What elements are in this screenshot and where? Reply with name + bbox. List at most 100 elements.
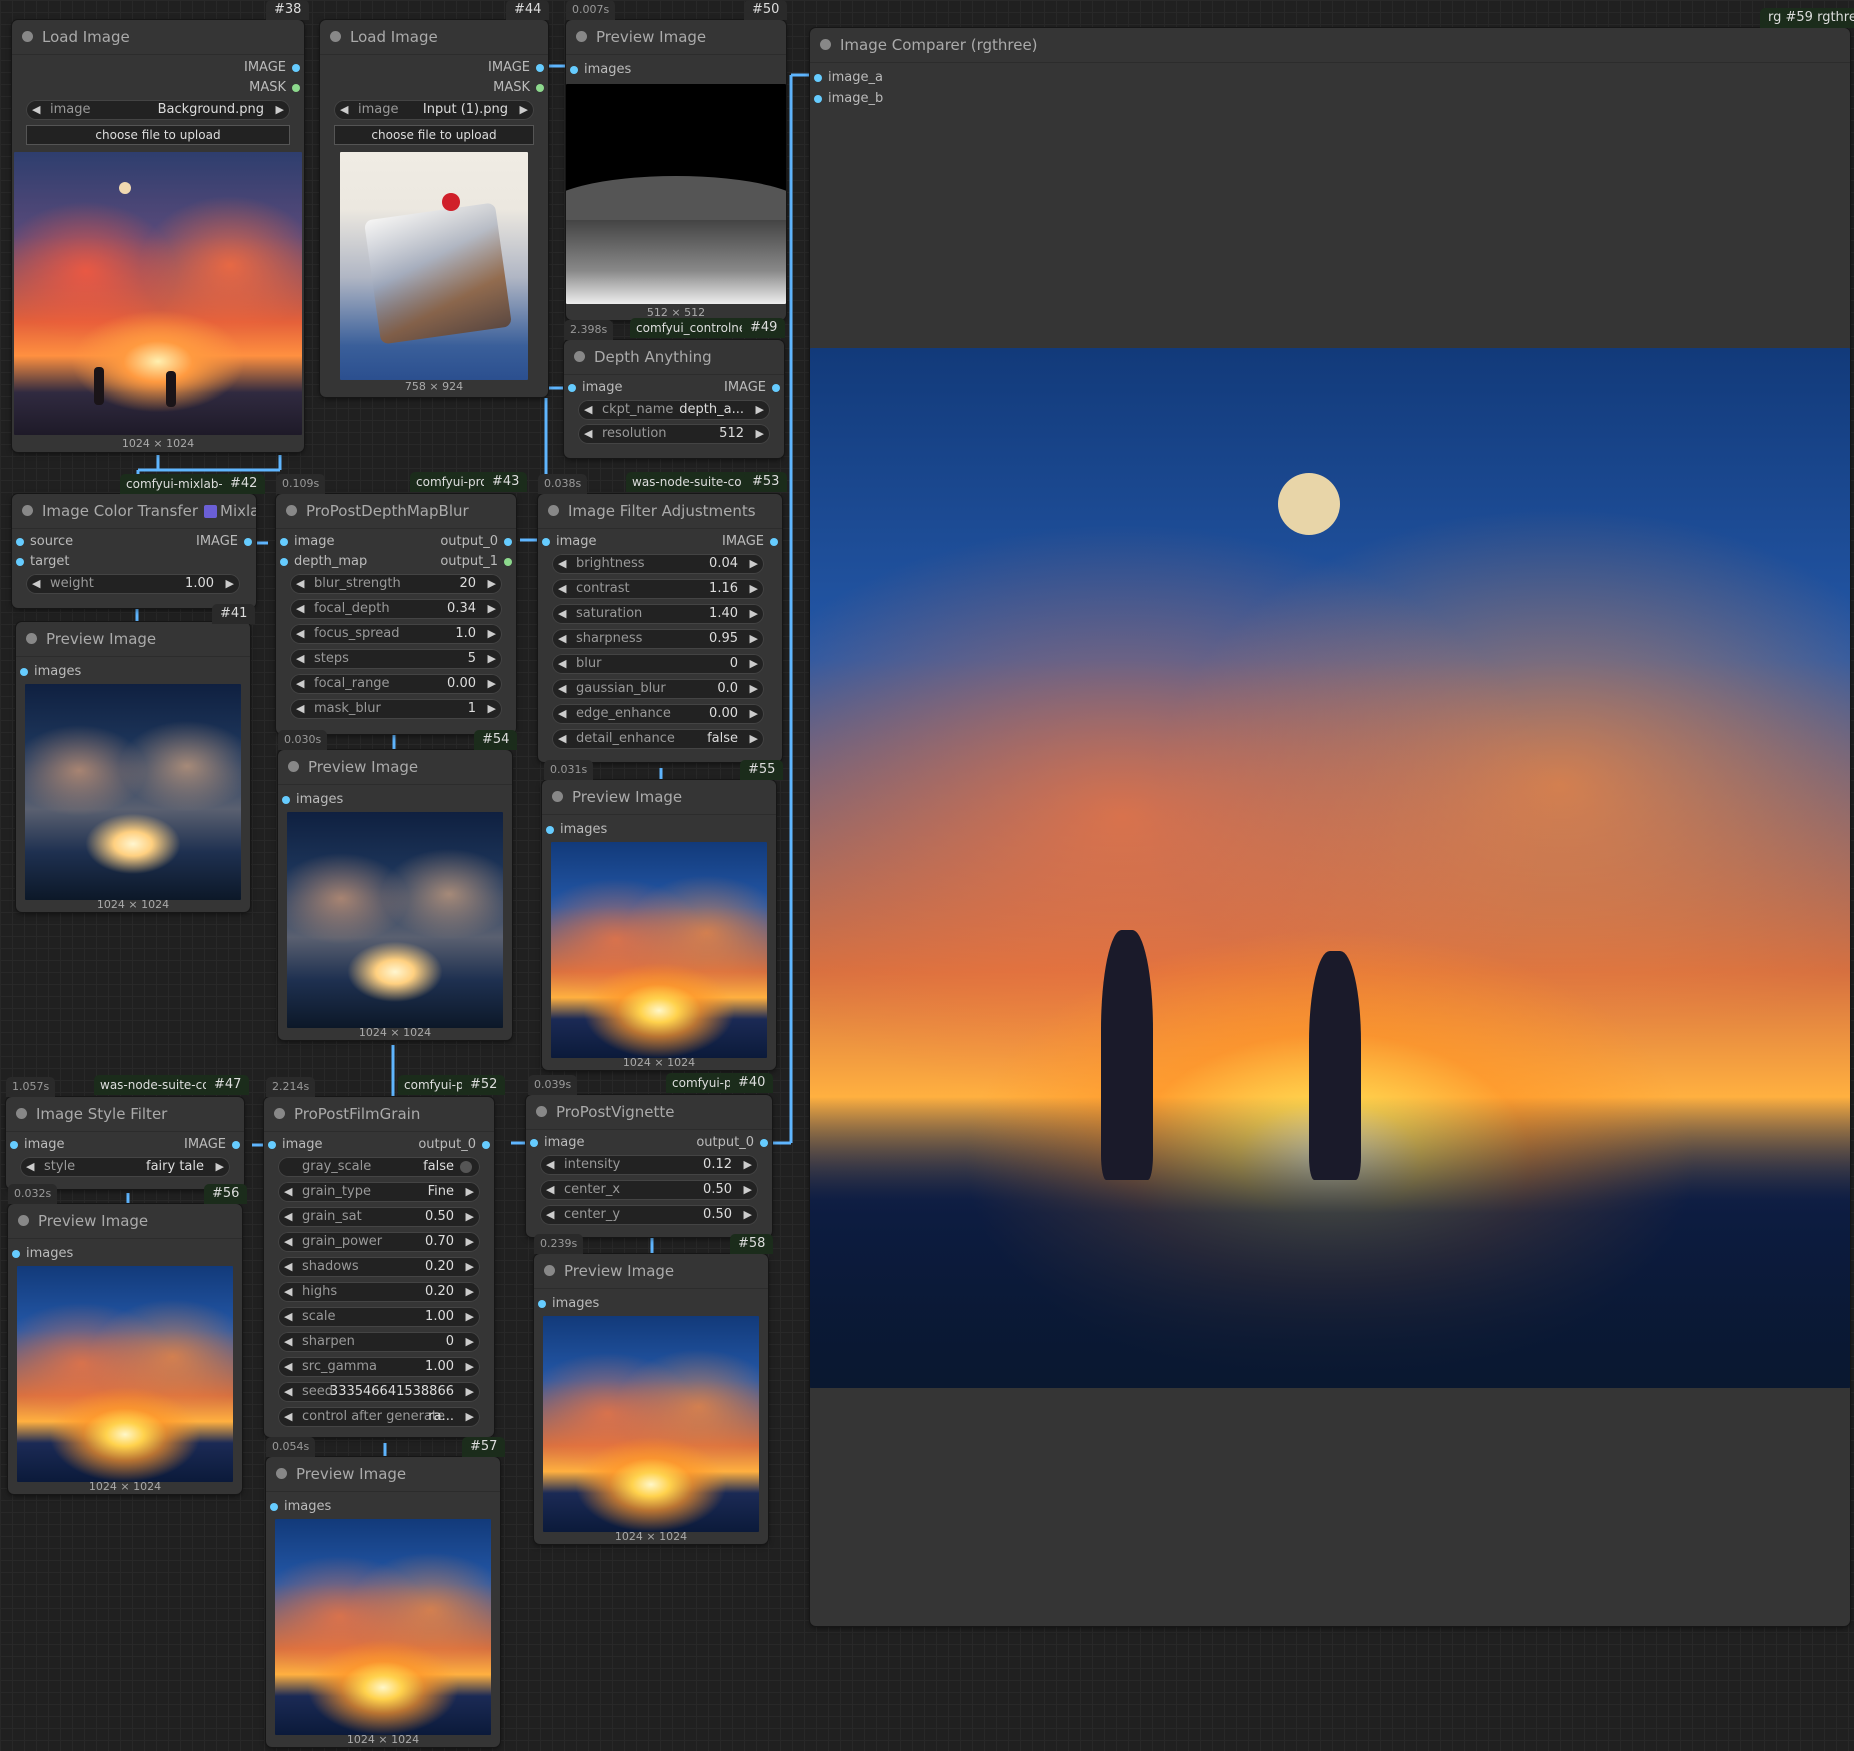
load-image-node-44[interactable]: Load Image IMAGE MASK image Input (1).png… — [320, 20, 548, 397]
widget-blur-strength[interactable]: blur_strength 20 — [290, 574, 502, 594]
collapse-dot-icon[interactable] — [574, 351, 585, 362]
collapse-dot-icon[interactable] — [274, 1108, 285, 1119]
node-header[interactable]: Preview Image — [8, 1204, 242, 1239]
preview-image-node-50[interactable]: Preview Image images 512 × 512 — [566, 20, 786, 320]
widget-center-x[interactable]: center_x 0.50 — [540, 1180, 758, 1200]
image-color-transfer-node-42[interactable]: Image Color Transfer Mixlab source target… — [12, 494, 256, 608]
widget-mask-blur[interactable]: mask_blur 1 — [290, 699, 502, 719]
collapse-dot-icon[interactable] — [544, 1265, 555, 1276]
image-select[interactable]: image Input (1).png — [334, 100, 534, 120]
input-images[interactable]: images — [266, 1499, 331, 1515]
propost-depthmap-blur-node-43[interactable]: ProPostDepthMapBlur image depth_map outp… — [276, 494, 516, 734]
widget-shadows[interactable]: shadows 0.20 — [278, 1257, 480, 1277]
collapse-dot-icon[interactable] — [288, 761, 299, 772]
output-image[interactable]: IMAGE — [488, 60, 548, 76]
image-comparer-node-59[interactable]: Image Comparer (rgthree) image_a image_b — [810, 28, 1850, 1626]
input-image[interactable]: image — [6, 1137, 65, 1153]
widget-focus-spread[interactable]: focus_spread 1.0 — [290, 624, 502, 644]
widget-seed[interactable]: seed333546641538866 — [278, 1382, 480, 1402]
widget-focal-range[interactable]: focal_range 0.00 — [290, 674, 502, 694]
node-header[interactable]: Image Color Transfer Mixlab — [12, 494, 256, 529]
input-image[interactable]: image — [276, 534, 335, 550]
preview-image-node-58[interactable]: Preview Image images 1024 × 1024 — [534, 1254, 768, 1544]
widget-focal-depth[interactable]: focal_depth 0.34 — [290, 599, 502, 619]
widget-detail-enhance[interactable]: detail_enhance false — [552, 729, 764, 749]
collapse-dot-icon[interactable] — [820, 39, 831, 50]
node-header[interactable]: ProPostVignette — [526, 1095, 772, 1130]
node-header[interactable]: Preview Image — [266, 1457, 500, 1492]
node-header[interactable]: Image Filter Adjustments — [538, 494, 782, 529]
image-filter-adjustments-node-53[interactable]: Image Filter Adjustments image IMAGE bri… — [538, 494, 782, 762]
input-image[interactable]: image — [564, 380, 623, 396]
preview-image-node-54[interactable]: Preview Image images 1024 × 1024 — [278, 750, 512, 1040]
node-header[interactable]: ProPostFilmGrain — [264, 1097, 494, 1132]
node-header[interactable]: Preview Image — [278, 750, 512, 785]
collapse-dot-icon[interactable] — [18, 1215, 29, 1226]
widget-saturation[interactable]: saturation 1.40 — [552, 604, 764, 624]
node-header[interactable]: Load Image — [12, 20, 304, 55]
input-image[interactable]: image — [264, 1137, 323, 1153]
widget-center-y[interactable]: center_y 0.50 — [540, 1205, 758, 1225]
input-depth-map[interactable]: depth_map — [276, 554, 367, 570]
widget-sharpen[interactable]: sharpen 0 — [278, 1332, 480, 1352]
widget-blur[interactable]: blur 0 — [552, 654, 764, 674]
preview-image-node-56[interactable]: Preview Image images 1024 × 1024 — [8, 1204, 242, 1494]
collapse-dot-icon[interactable] — [276, 1468, 287, 1479]
input-image-b[interactable]: image_b — [810, 91, 883, 107]
input-image[interactable]: image — [526, 1135, 585, 1151]
node-header[interactable]: Preview Image — [542, 780, 776, 815]
widget-gaussian-blur[interactable]: gaussian_blur 0.0 — [552, 679, 764, 699]
widget-ckpt-name[interactable]: ckpt_name depth_a... — [578, 400, 770, 420]
widget-style[interactable]: style fairy tale — [20, 1157, 230, 1177]
node-header[interactable]: Preview Image — [16, 622, 250, 657]
widget-contrast[interactable]: contrast 1.16 — [552, 579, 764, 599]
widget-intensity[interactable]: intensity 0.12 — [540, 1155, 758, 1175]
toggle-gray-scale[interactable]: gray_scale false — [278, 1157, 480, 1177]
propost-vignette-node-40[interactable]: ProPostVignette image output_0 intensity… — [526, 1095, 772, 1237]
output-image[interactable]: IMAGE — [722, 534, 782, 550]
load-image-node-38[interactable]: Load Image IMAGE MASK image Background.pn… — [12, 20, 304, 452]
widget-steps[interactable]: steps 5 — [290, 649, 502, 669]
node-header[interactable]: Preview Image — [534, 1254, 768, 1289]
output-0[interactable]: output_0 — [418, 1137, 494, 1153]
image-style-filter-node-47[interactable]: Image Style Filter image IMAGE style fair… — [6, 1097, 244, 1189]
widget-grain-power[interactable]: grain_power 0.70 — [278, 1232, 480, 1252]
node-header[interactable]: ProPostDepthMapBlur — [276, 494, 516, 529]
node-header[interactable]: Depth Anything — [564, 340, 784, 375]
widget-weight[interactable]: weight 1.00 — [26, 574, 240, 594]
input-images[interactable]: images — [566, 62, 631, 78]
image-select[interactable]: image Background.png — [26, 100, 290, 120]
widget-src-gamma[interactable]: src_gamma 1.00 — [278, 1357, 480, 1377]
input-images[interactable]: images — [542, 822, 607, 838]
collapse-dot-icon[interactable] — [286, 505, 297, 516]
input-images[interactable]: images — [534, 1296, 599, 1312]
preview-image-node-55[interactable]: Preview Image images 1024 × 1024 — [542, 780, 776, 1070]
widget-edge-enhance[interactable]: edge_enhance 0.00 — [552, 704, 764, 724]
collapse-dot-icon[interactable] — [330, 31, 341, 42]
output-1[interactable]: output_1 — [440, 554, 516, 570]
output-0[interactable]: output_0 — [696, 1135, 772, 1151]
output-mask[interactable]: MASK — [493, 80, 548, 96]
upload-button[interactable]: choose file to upload — [334, 125, 534, 145]
widget-scale[interactable]: scale 1.00 — [278, 1307, 480, 1327]
node-header[interactable]: Preview Image — [566, 20, 786, 55]
input-images[interactable]: images — [278, 792, 343, 808]
collapse-dot-icon[interactable] — [552, 791, 563, 802]
output-image[interactable]: IMAGE — [244, 60, 304, 76]
widget-sharpness[interactable]: sharpness 0.95 — [552, 629, 764, 649]
collapse-dot-icon[interactable] — [26, 633, 37, 644]
output-0[interactable]: output_0 — [440, 534, 516, 550]
collapse-dot-icon[interactable] — [22, 505, 33, 516]
collapse-dot-icon[interactable] — [576, 31, 587, 42]
preview-image-node-41[interactable]: Preview Image images 1024 × 1024 — [16, 622, 250, 912]
input-image[interactable]: image — [538, 534, 597, 550]
node-header[interactable]: Image Comparer (rgthree) — [810, 28, 1850, 63]
collapse-dot-icon[interactable] — [16, 1108, 27, 1119]
upload-button[interactable]: choose file to upload — [26, 125, 290, 145]
propost-filmgrain-node-52[interactable]: ProPostFilmGrain image output_0 gray_sca… — [264, 1097, 494, 1437]
input-images[interactable]: images — [8, 1246, 73, 1262]
widget-brightness[interactable]: brightness 0.04 — [552, 554, 764, 574]
preview-image-node-57[interactable]: Preview Image images 1024 × 1024 — [266, 1457, 500, 1747]
collapse-dot-icon[interactable] — [22, 31, 33, 42]
output-mask[interactable]: MASK — [249, 80, 304, 96]
